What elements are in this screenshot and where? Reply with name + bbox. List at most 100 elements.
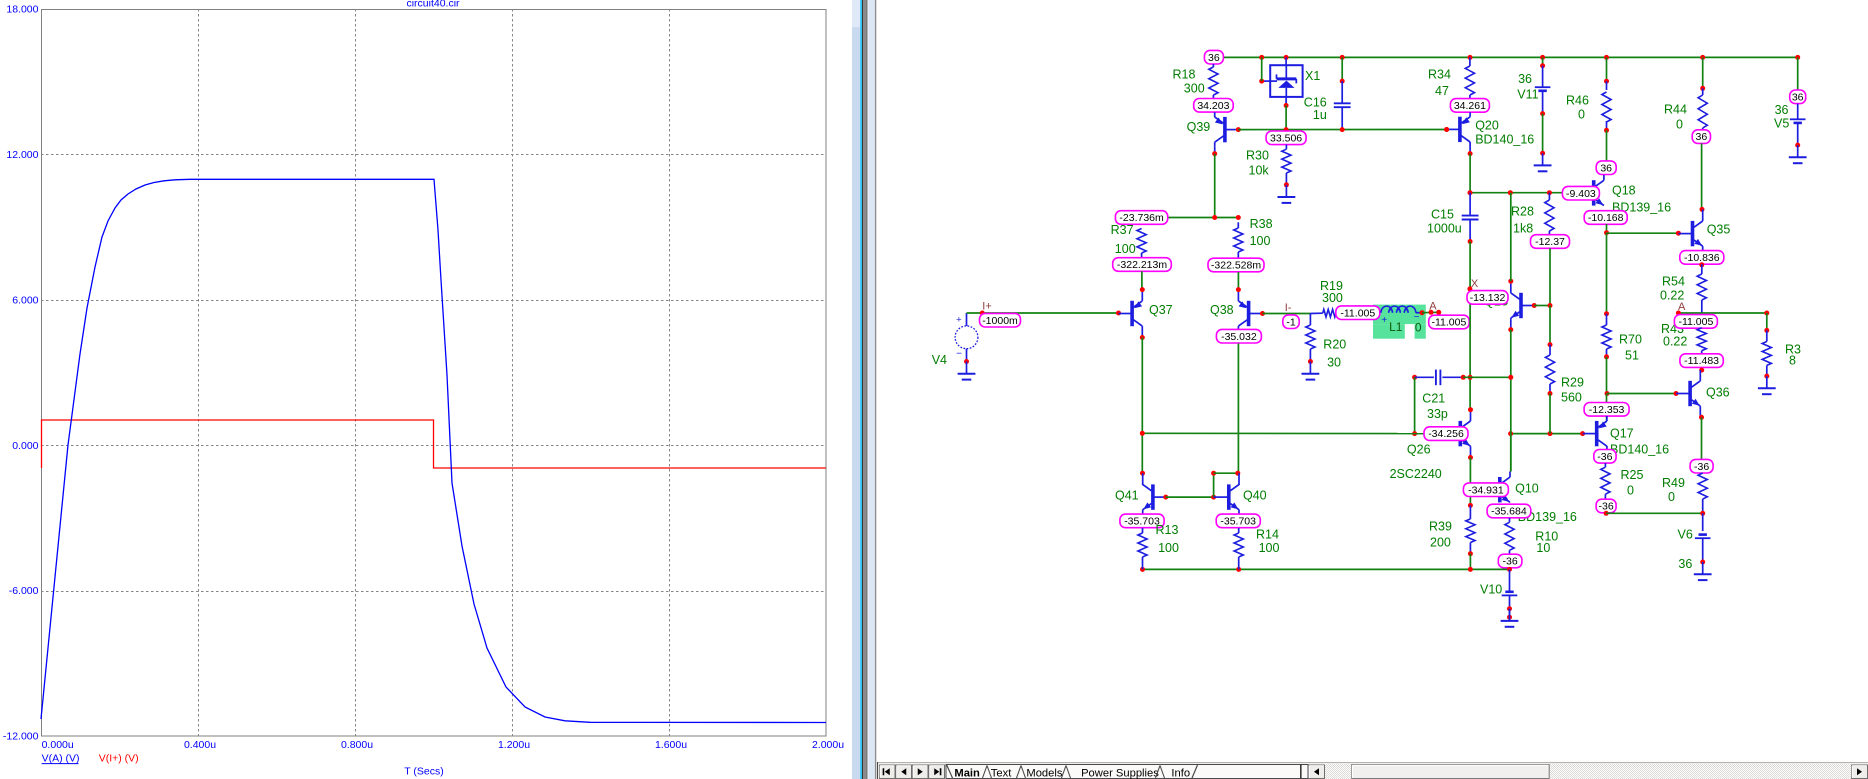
svg-text:C15: C15: [1431, 208, 1454, 222]
svg-text:Q36: Q36: [1706, 386, 1730, 400]
svg-text:Q41: Q41: [1115, 489, 1139, 503]
svg-text:R70: R70: [1619, 333, 1642, 347]
svg-text:0: 0: [1676, 118, 1683, 132]
svg-text:10: 10: [1536, 541, 1550, 555]
svg-text:T (Secs): T (Secs): [404, 766, 443, 778]
svg-text:R29: R29: [1561, 376, 1584, 390]
svg-text:0.000: 0.000: [12, 440, 38, 452]
svg-text:36: 36: [1792, 91, 1804, 103]
svg-text:−: −: [956, 348, 962, 359]
svg-text:100: 100: [1259, 541, 1280, 555]
svg-text:-12.37: -12.37: [1535, 236, 1565, 248]
svg-text:-12.353: -12.353: [1589, 404, 1625, 416]
svg-text:R54: R54: [1662, 275, 1685, 289]
svg-text:34.203: 34.203: [1197, 100, 1229, 112]
svg-text:L1: L1: [1389, 320, 1403, 334]
svg-text:V10: V10: [1480, 583, 1502, 597]
svg-text:0.400u: 0.400u: [184, 739, 216, 751]
svg-text:0: 0: [1668, 490, 1675, 504]
svg-text:Info: Info: [1171, 767, 1190, 779]
svg-text:1.600u: 1.600u: [655, 739, 687, 751]
svg-text:BD140_16: BD140_16: [1475, 133, 1534, 147]
svg-text:36: 36: [1696, 131, 1708, 143]
svg-text:51: 51: [1625, 349, 1639, 363]
svg-text:V(I+) (V): V(I+) (V): [99, 753, 139, 765]
svg-text:-1000m: -1000m: [982, 315, 1018, 327]
svg-text:V5: V5: [1774, 117, 1789, 131]
svg-text:R44: R44: [1664, 103, 1687, 117]
svg-text:0.800u: 0.800u: [341, 739, 373, 751]
svg-text:Q38: Q38: [1210, 303, 1234, 317]
svg-text:Q35: Q35: [1707, 223, 1731, 237]
svg-text:X1: X1: [1305, 69, 1320, 83]
svg-text:A: A: [1429, 301, 1437, 313]
svg-text:R49: R49: [1662, 476, 1685, 490]
svg-text:300: 300: [1184, 82, 1205, 96]
svg-text:Q40: Q40: [1243, 489, 1267, 503]
svg-text:12.000: 12.000: [6, 149, 38, 161]
svg-text:R20: R20: [1323, 338, 1346, 352]
svg-text:-13.132: -13.132: [1470, 292, 1506, 304]
svg-text:R37: R37: [1111, 223, 1134, 237]
svg-text:-9.403: -9.403: [1566, 188, 1596, 200]
svg-text:-322.528m: -322.528m: [1211, 260, 1261, 272]
svg-text:-10.836: -10.836: [1684, 252, 1720, 264]
svg-text:V6: V6: [1678, 528, 1693, 542]
svg-text:R34: R34: [1428, 68, 1451, 82]
svg-text:R18: R18: [1173, 68, 1196, 82]
svg-text:-1: -1: [1286, 316, 1295, 328]
svg-text:BD140_16: BD140_16: [1610, 443, 1669, 457]
svg-text:C21: C21: [1422, 392, 1445, 406]
svg-text:-34.931: -34.931: [1468, 484, 1504, 496]
svg-text:33p: 33p: [1427, 407, 1448, 421]
svg-text:30: 30: [1327, 356, 1341, 370]
svg-text:200: 200: [1430, 536, 1451, 550]
svg-text:0.22: 0.22: [1663, 335, 1687, 349]
svg-text:I+: I+: [982, 301, 991, 313]
svg-text:100: 100: [1158, 541, 1179, 555]
svg-text:+: +: [1381, 315, 1387, 326]
svg-text:-11.005: -11.005: [1678, 316, 1713, 328]
svg-text:V11: V11: [1517, 88, 1538, 102]
svg-text:-35.684: -35.684: [1491, 506, 1527, 518]
svg-text:R28: R28: [1511, 205, 1534, 219]
svg-text:1000u: 1000u: [1427, 222, 1462, 236]
svg-text:10k: 10k: [1249, 164, 1270, 178]
svg-text:Models: Models: [1026, 767, 1062, 779]
svg-text:36: 36: [1208, 52, 1220, 64]
svg-text:-12.000: -12.000: [3, 731, 39, 743]
svg-text:100: 100: [1250, 234, 1271, 248]
svg-text:560: 560: [1561, 391, 1582, 405]
svg-text:300: 300: [1322, 291, 1343, 305]
svg-text:V4: V4: [932, 353, 947, 367]
svg-text:R14: R14: [1256, 528, 1279, 542]
svg-text:36: 36: [1678, 557, 1692, 571]
svg-text:Q20: Q20: [1475, 119, 1499, 133]
svg-text:-34.256: -34.256: [1428, 428, 1464, 440]
svg-text:0: 0: [1578, 108, 1585, 122]
svg-text:Q26: Q26: [1407, 443, 1431, 457]
svg-text:100: 100: [1115, 242, 1136, 256]
svg-text:0: 0: [1415, 321, 1422, 335]
svg-text:-36: -36: [1694, 461, 1709, 473]
svg-text:Q10: Q10: [1515, 482, 1539, 496]
svg-text:-322.213m: -322.213m: [1117, 259, 1167, 271]
svg-text:-10.168: -10.168: [1588, 212, 1624, 224]
svg-text:1.200u: 1.200u: [498, 739, 530, 751]
svg-text:34.261: 34.261: [1454, 100, 1486, 112]
svg-text:-36: -36: [1599, 501, 1614, 513]
svg-text:33.506: 33.506: [1270, 132, 1302, 144]
svg-text:1u: 1u: [1313, 108, 1327, 122]
svg-text:Power Supplies: Power Supplies: [1081, 767, 1159, 779]
svg-text:Q18: Q18: [1612, 184, 1636, 198]
svg-text:+: +: [956, 315, 962, 326]
svg-text:2SC2240: 2SC2240: [1390, 467, 1442, 481]
svg-text:R39: R39: [1429, 520, 1452, 534]
svg-text:-11.005: -11.005: [1340, 307, 1375, 319]
svg-text:R38: R38: [1250, 217, 1273, 231]
svg-text:1k8: 1k8: [1513, 222, 1533, 236]
svg-text:Text: Text: [991, 767, 1012, 779]
svg-text:0.000u: 0.000u: [42, 739, 74, 751]
svg-text:-6.000: -6.000: [9, 585, 39, 597]
svg-text:36: 36: [1518, 72, 1532, 86]
